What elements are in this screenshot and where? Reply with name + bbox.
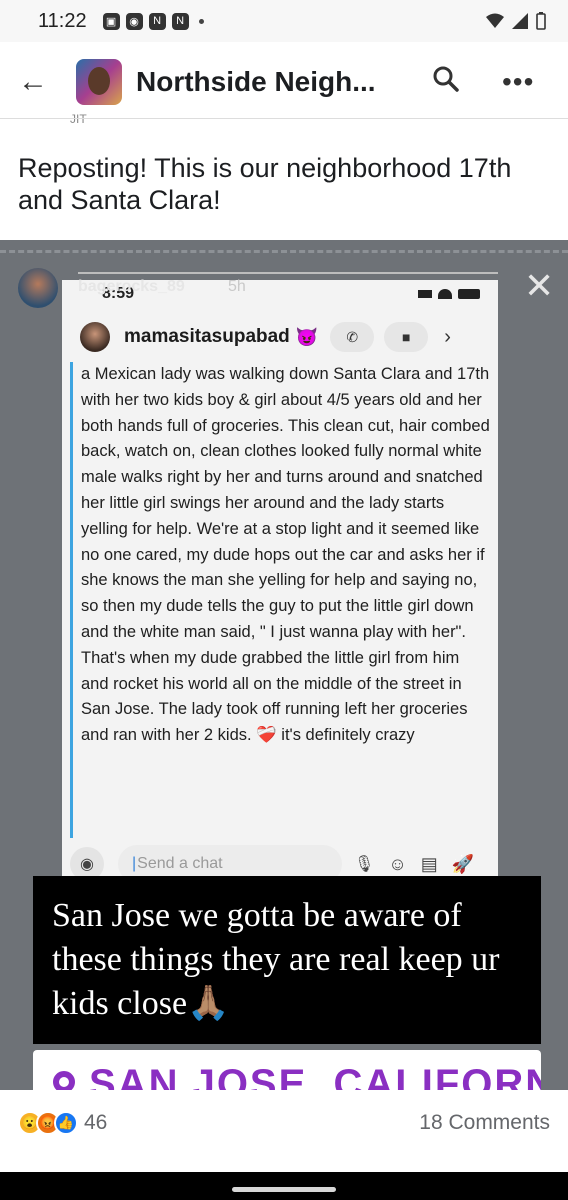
more-options-icon[interactable]: ••• bbox=[502, 66, 534, 98]
microphone-icon: 🎙 bbox=[354, 856, 375, 873]
smiley-icon: ☺ bbox=[388, 853, 407, 874]
group-avatar[interactable] bbox=[76, 59, 122, 105]
location-pin-icon bbox=[53, 1071, 75, 1090]
chat-screenshot: 8:59 mamasitasupabad 😈 ✆ ■ › a Mexican l… bbox=[62, 280, 498, 890]
status-bar: 11:22 ▣ ◉ N N bbox=[0, 0, 568, 42]
chat-message: a Mexican lady was walking down Santa Cl… bbox=[81, 365, 490, 745]
comments-count[interactable]: 18 Comments bbox=[419, 1111, 550, 1135]
group-name[interactable]: Northside Neigh... bbox=[136, 66, 406, 98]
close-icon: ✕ bbox=[524, 265, 555, 306]
chat-contact-name: mamasitasupabad bbox=[124, 326, 290, 347]
reaction-summary[interactable]: 😮 😡 👍 46 bbox=[18, 1111, 107, 1135]
post-text: Reposting! This is our neighborhood 17th… bbox=[18, 153, 512, 215]
send-chat-placeholder: Send a chat bbox=[137, 855, 223, 872]
chat-emoji: 😈 bbox=[295, 326, 319, 347]
location-sticker-label: SAN JOSE, CALIFORNIA bbox=[53, 1062, 541, 1090]
battery-icon bbox=[536, 12, 546, 30]
navigation-bar bbox=[0, 1172, 568, 1200]
caption-banner: San Jose we gotta be aware of these thin… bbox=[33, 876, 541, 1044]
location-text: SAN JOSE, CALIFORNIA bbox=[89, 1062, 541, 1090]
signal-icon bbox=[512, 13, 528, 29]
post-stats: 😮 😡 👍 46 18 Comments bbox=[0, 1100, 568, 1146]
text-caret: | bbox=[132, 855, 137, 872]
video-icon: ■ bbox=[384, 322, 429, 352]
chat-message-body: a Mexican lady was walking down Santa Cl… bbox=[70, 362, 490, 838]
back-arrow-icon[interactable]: ← bbox=[18, 65, 62, 99]
story-age: 5h bbox=[228, 278, 246, 295]
header-divider bbox=[0, 118, 568, 119]
story-avatar bbox=[18, 268, 58, 308]
n-notification-icon-2: N bbox=[171, 12, 189, 30]
more-notifications-dot bbox=[198, 18, 204, 24]
wifi-icon bbox=[486, 13, 504, 28]
home-gesture-bar[interactable] bbox=[232, 1187, 336, 1192]
chevron-right-icon: › bbox=[444, 325, 451, 348]
caption-text: San Jose we gotta be aware of these thin… bbox=[52, 897, 500, 1022]
chat-avatar bbox=[80, 322, 110, 352]
rocket-icon: 🚀 bbox=[451, 853, 475, 874]
photo-dashed-line bbox=[0, 250, 568, 253]
n-notification-icon: N bbox=[148, 12, 166, 30]
status-time: 11:22 bbox=[38, 9, 87, 32]
phone-icon: ✆ bbox=[330, 322, 375, 352]
chat-header: mamasitasupabad 😈 ✆ ■ › bbox=[62, 312, 498, 362]
sticker-icon: ▤ bbox=[420, 853, 438, 874]
group-header: ← Northside Neigh... ••• bbox=[0, 42, 568, 122]
screenshot-battery-icon bbox=[458, 289, 480, 299]
messenger-notification-icon: ◉ bbox=[125, 12, 143, 30]
notification-icons: ▣ ◉ N N bbox=[102, 12, 204, 30]
screen: 11:22 ▣ ◉ N N ← Northside Neigh... ••• J… bbox=[0, 0, 568, 1200]
reaction-count: 46 bbox=[84, 1111, 108, 1134]
system-icons bbox=[486, 12, 546, 30]
screenshot-wifi-icon bbox=[438, 289, 452, 299]
screenshot-signal-icon bbox=[418, 290, 432, 298]
post-photo[interactable]: 8:59 mamasitasupabad 😈 ✆ ■ › a Mexican l… bbox=[0, 240, 568, 1090]
chat-actions: ✆ ■ bbox=[330, 322, 429, 352]
scrolled-partial-text: JIT bbox=[70, 112, 87, 126]
story-username: bagerocks_89 bbox=[78, 278, 185, 295]
like-reaction-icon: 👍 bbox=[54, 1111, 78, 1135]
location-sticker: SAN JOSE, CALIFORNIA bbox=[33, 1050, 541, 1090]
story-progress-bar bbox=[78, 272, 498, 274]
screenshot-system-icons bbox=[418, 289, 480, 299]
gallery-notification-icon: ▣ bbox=[102, 12, 120, 30]
search-icon[interactable] bbox=[432, 65, 460, 100]
